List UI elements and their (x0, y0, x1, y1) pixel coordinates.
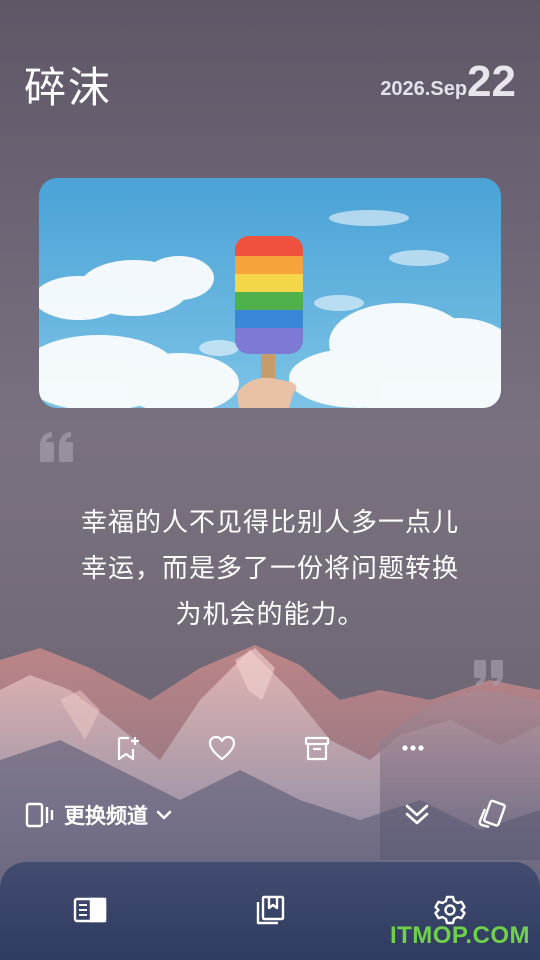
channel-bar: 更换频道 (0, 795, 540, 835)
collections-icon (256, 895, 285, 925)
chevron-down-icon (156, 810, 172, 820)
channel-icon (25, 802, 54, 828)
quote-line: 幸运，而是多了一份将问题转换 (80, 554, 459, 584)
date-display: 2026.Sep 22 (380, 60, 516, 104)
popsicle-image (39, 178, 501, 408)
bookmark-add-button[interactable] (107, 728, 147, 768)
quote-close-icon (474, 660, 503, 686)
like-button[interactable] (202, 728, 242, 768)
heart-icon (208, 735, 236, 761)
date-year-month: 2026.Sep (380, 78, 468, 100)
date-day: 22 (467, 57, 516, 106)
change-channel-button[interactable]: 更换频道 (24, 795, 174, 835)
quote-text: 幸福的人不见得比别人多一点儿 幸运，而是多了一份将问题转换 为机会的能力。 (30, 500, 510, 638)
double-chevron-down-icon (405, 804, 429, 825)
watermark: ITMOP.COM (389, 922, 530, 949)
more-icon (402, 745, 424, 751)
cards-button[interactable] (472, 795, 512, 835)
quote-actions (0, 728, 540, 768)
app-title: 碎沫 (24, 63, 113, 112)
more-button[interactable] (393, 728, 433, 768)
photo-card[interactable] (39, 178, 501, 408)
nav-collections[interactable] (250, 890, 290, 930)
quote-line: 幸福的人不见得比别人多一点儿 (80, 508, 459, 538)
quote-open-icon (40, 432, 73, 462)
nav-reader[interactable] (70, 890, 110, 930)
quote-line: 为机会的能力。 (175, 600, 365, 630)
archive-button[interactable] (297, 728, 337, 768)
reader-icon (73, 897, 107, 923)
next-quote-button[interactable] (397, 795, 437, 835)
archive-icon (304, 736, 330, 761)
cards-icon (478, 799, 506, 829)
bookmark-add-icon (117, 736, 139, 761)
channel-label: 更换频道 (64, 804, 148, 828)
